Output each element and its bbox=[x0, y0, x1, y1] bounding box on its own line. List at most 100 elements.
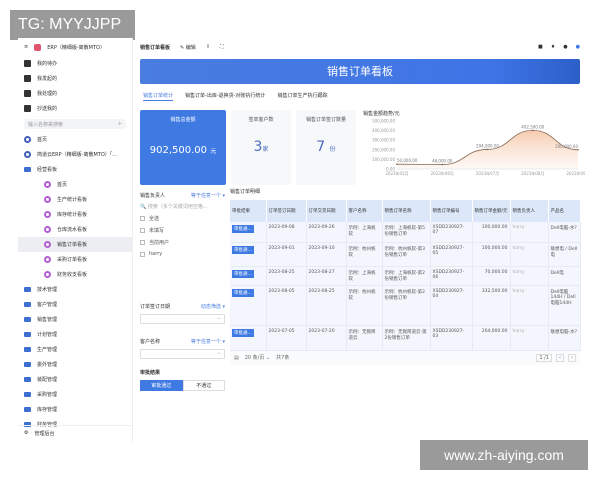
edit-button[interactable]: ✎ 编辑 bbox=[180, 44, 196, 51]
sidebar-folder[interactable]: 计划管理 bbox=[18, 327, 132, 342]
status-badge[interactable]: 审批通... bbox=[232, 269, 254, 278]
sidebar-folder[interactable]: 销售管理 bbox=[18, 312, 132, 327]
tab-production-tracking[interactable]: 销售订单生产执行跟踪 bbox=[277, 92, 327, 104]
column-header[interactable]: 销售负责人 bbox=[510, 200, 549, 222]
date-mode-dropdown[interactable]: 动态筛选 ▾ bbox=[201, 303, 225, 310]
table-cell: 示例：上海帆软-第2份销售订单 bbox=[382, 266, 431, 286]
customer-select[interactable]: ⌄ bbox=[140, 349, 225, 359]
notification-icon[interactable]: ♦ bbox=[551, 44, 555, 50]
gear-icon: ⚙ bbox=[24, 430, 29, 436]
column-header[interactable]: 销售订单名称 bbox=[382, 200, 431, 222]
sidebar-item-quick[interactable]: 我的待办 bbox=[18, 56, 132, 71]
status-badge[interactable]: 审批通... bbox=[232, 245, 254, 254]
table-cell: harry bbox=[510, 325, 549, 351]
approve-pass-button[interactable]: 审批通过 bbox=[140, 380, 183, 391]
cell-text: harry bbox=[512, 328, 525, 334]
admin-console-link[interactable]: ⚙ 管理后台 bbox=[18, 425, 132, 440]
data-point bbox=[577, 149, 579, 151]
tab-sales-stats[interactable]: 销售订单统计 bbox=[143, 92, 174, 101]
sidebar-item-quick[interactable]: 抄送我的 bbox=[18, 101, 132, 116]
sidebar-item-quick[interactable]: 我处理的 bbox=[18, 86, 132, 101]
column-header[interactable]: 审批结果 bbox=[230, 200, 267, 222]
folder-icon bbox=[24, 392, 31, 397]
y-tick-label: 500,000.00 bbox=[372, 119, 395, 124]
sidebar-item-quick[interactable]: 我发起的 bbox=[18, 71, 132, 86]
owner-checkbox[interactable]: 当前用户 bbox=[140, 239, 225, 246]
y-tick-label: 400,000.00 bbox=[372, 128, 395, 133]
table-cell: 示例：上海帆软 bbox=[346, 222, 383, 243]
owner-mode-dropdown[interactable]: 等于任意一个 ▾ bbox=[191, 192, 225, 199]
status-badge[interactable]: 审批通... bbox=[232, 225, 254, 233]
sidebar-folder[interactable]: 采购管理 bbox=[18, 387, 132, 402]
table-cell: XSDD230927-06 bbox=[430, 266, 473, 286]
settings-icon[interactable]: ▤ bbox=[234, 355, 239, 361]
tab-execution-stats[interactable]: 销售订单-出库-退换货-对账执行统计 bbox=[185, 92, 265, 104]
sidebar-folder[interactable]: 生产管理 bbox=[18, 342, 132, 357]
y-tick-label: 200,000.00 bbox=[372, 147, 395, 152]
column-header[interactable]: 订单签订日期 bbox=[266, 200, 307, 222]
column-header[interactable]: 订单交货日期 bbox=[306, 200, 347, 222]
menu-icon[interactable]: ≡ bbox=[24, 44, 28, 50]
data-label: 50,000.00 bbox=[397, 158, 418, 163]
column-header[interactable]: 销售订单金额/元 bbox=[472, 200, 511, 222]
table-row[interactable]: 审批通... 2023-07-05 2023-07-20 示例：无锡简道云 示例：无锡简… bbox=[230, 325, 581, 351]
sidebar-folder[interactable]: 装配管理 bbox=[18, 372, 132, 387]
sidebar-subitem[interactable]: 销售订单看板 bbox=[18, 237, 132, 252]
cell-text: 332,500.00 bbox=[481, 288, 508, 294]
sidebar-folder[interactable]: 客户管理 bbox=[18, 297, 132, 312]
sidebar-folder[interactable]: 委外管理 bbox=[18, 357, 132, 372]
owner-checkbox[interactable]: 全选 bbox=[140, 215, 225, 222]
cell-text: 示例：上海帆软 bbox=[348, 270, 376, 282]
table-row[interactable]: 审批通... 2023-09-08 2023-09-26 示例：上海帆软 示例：上海帆软… bbox=[230, 222, 581, 243]
customer-mode-dropdown[interactable]: 等于任意一个 ▾ bbox=[191, 338, 225, 345]
sidebar-subitem[interactable]: 仓库流水看板 bbox=[18, 222, 132, 237]
sidebar-subitem[interactable]: 库存统计看板 bbox=[18, 207, 132, 222]
cell-text: 示例：杭州帆软 bbox=[348, 289, 376, 301]
add-icon[interactable]: + bbox=[118, 121, 122, 127]
date-select[interactable]: ⌄ bbox=[140, 314, 225, 324]
cell-text: XSDD230927-04 bbox=[432, 288, 465, 299]
column-header[interactable]: 客户名称 bbox=[346, 200, 383, 222]
share-icon[interactable]: ⇧ bbox=[206, 44, 210, 50]
sidebar-subitem[interactable]: 首页 bbox=[18, 177, 132, 192]
status-badge[interactable]: 审批通... bbox=[232, 328, 254, 337]
next-page-button[interactable]: › bbox=[568, 353, 576, 362]
table-row[interactable]: 审批通... 2023-08-25 2023-08-27 示例：上海帆软 示例：上海帆软… bbox=[230, 266, 581, 286]
folder-icon bbox=[24, 407, 31, 412]
fullscreen-icon[interactable]: ⛶ bbox=[220, 44, 224, 50]
sidebar-search-input[interactable]: 输入名称来搜索 + bbox=[24, 119, 126, 129]
table-cell: Dell电脑-水? bbox=[548, 222, 581, 243]
pagination: ▤ 20 条/页 ⌄ 共7条 1 /1 ‹ › bbox=[230, 350, 580, 365]
watermark-bottom: www.zh-aiying.com bbox=[420, 440, 588, 470]
cell-text: 2023-09-08 bbox=[268, 225, 295, 230]
avatar[interactable]: ● bbox=[576, 44, 580, 50]
page-size-select[interactable]: 20 条/页 ⌄ bbox=[245, 354, 270, 361]
table-row[interactable]: 审批通... 2023-09-01 2023-09-10 示例：杭州帆软 示例：杭州帆软… bbox=[230, 242, 581, 267]
sidebar-item[interactable]: 首页 bbox=[18, 132, 132, 147]
table-cell: 2023-08-25 bbox=[306, 285, 347, 326]
column-header[interactable]: 产品名 bbox=[548, 200, 581, 222]
folder-icon bbox=[24, 347, 31, 352]
sidebar-subitem[interactable]: 生产统计看板 bbox=[18, 192, 132, 207]
sidebar-subitem[interactable]: 采购订单看板 bbox=[18, 252, 132, 267]
owner-search-input[interactable]: 🔍 搜索（多个关键词用空格... bbox=[140, 203, 225, 210]
dashboard-icon bbox=[44, 196, 51, 203]
sidebar-item[interactable]: 经营看板 bbox=[18, 162, 132, 177]
book-icon[interactable]: ■ bbox=[538, 44, 543, 50]
status-badge[interactable]: 审批通... bbox=[232, 288, 254, 297]
sidebar-folder[interactable]: 库存管理 bbox=[18, 402, 132, 417]
cell-text: XSDD230927-07 bbox=[432, 225, 465, 235]
sidebar-folder[interactable]: 技术管理 bbox=[18, 282, 132, 297]
table-row[interactable]: 审批通... 2023-08-05 2023-08-25 示例：杭州帆软 示例：杭州帆软… bbox=[230, 285, 581, 326]
watermark-top: TG: MYYJJPP bbox=[10, 10, 135, 40]
sidebar-item[interactable]: 简道云ERP（精细版-离散MTO）「... bbox=[18, 147, 132, 162]
app-icon bbox=[24, 151, 31, 158]
sidebar-subitem[interactable]: 财务收支看板 bbox=[18, 267, 132, 282]
page-indicator[interactable]: 1 /1 bbox=[536, 353, 552, 362]
dashboard-icon bbox=[44, 241, 51, 248]
prev-page-button[interactable]: ‹ bbox=[556, 353, 564, 362]
column-header[interactable]: 销售订单编号 bbox=[430, 200, 473, 222]
owner-checkbox[interactable]: 未填写 bbox=[140, 227, 225, 234]
approve-fail-button[interactable]: 不通过 bbox=[182, 380, 225, 391]
help-icon[interactable]: ● bbox=[563, 44, 567, 50]
